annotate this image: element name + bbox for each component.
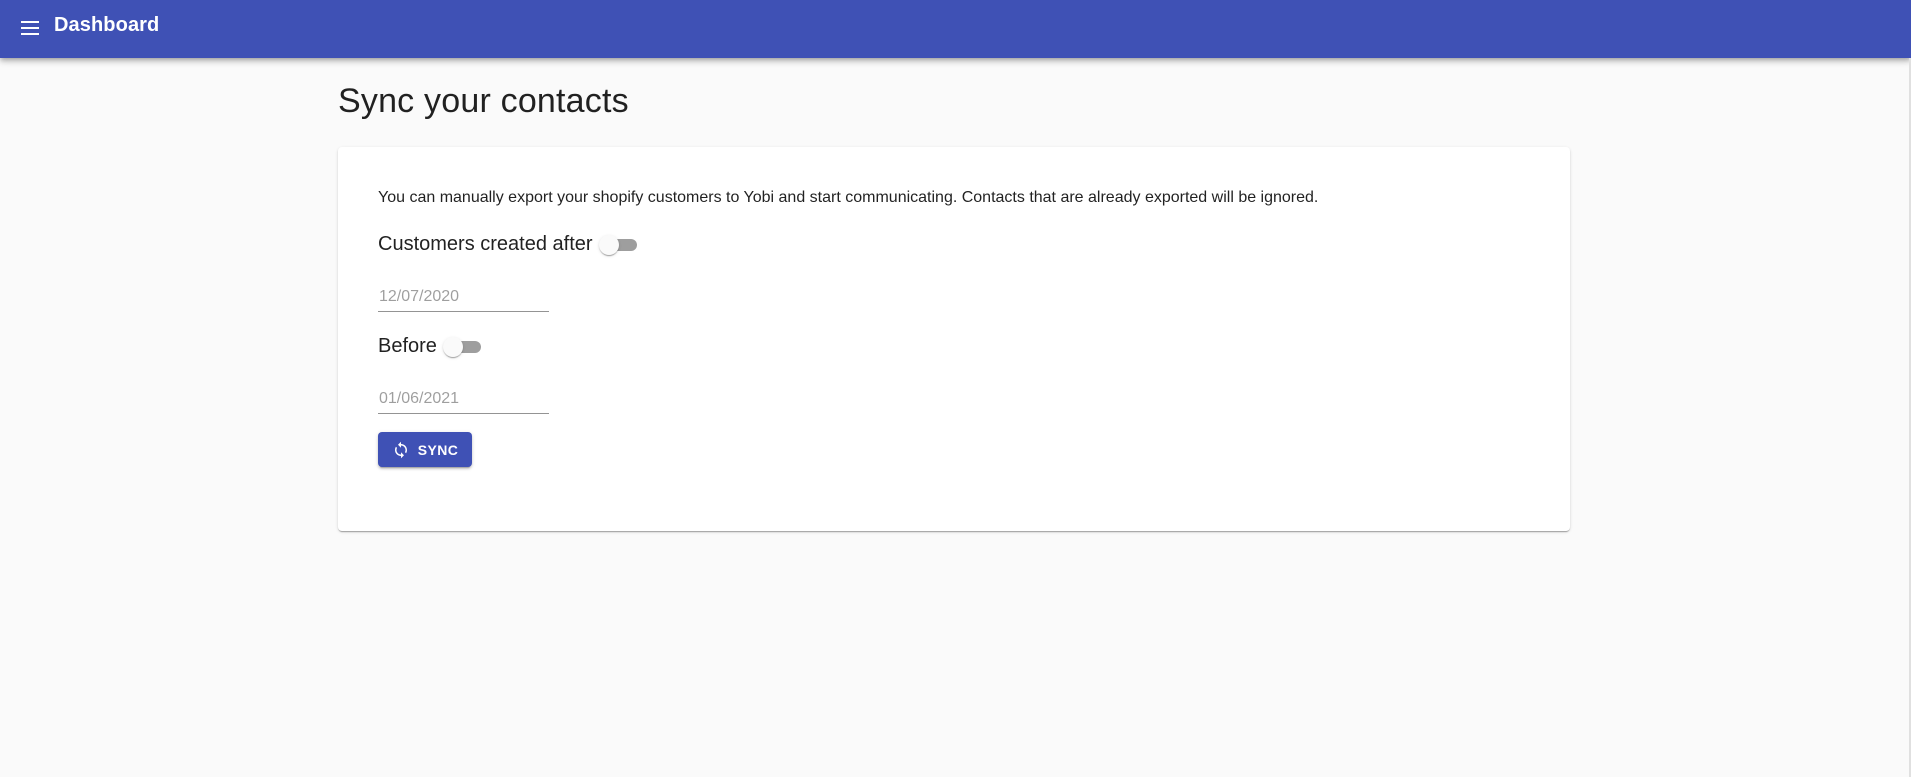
toggle-thumb xyxy=(442,337,463,357)
app-bar: Dashboard xyxy=(0,0,1911,58)
created-after-toggle[interactable] xyxy=(598,232,639,256)
app-title: Dashboard xyxy=(54,14,160,36)
before-date-input[interactable] xyxy=(378,384,549,413)
created-after-date-input[interactable] xyxy=(378,282,549,311)
created-after-date-field[interactable] xyxy=(378,282,549,312)
created-after-label: Customers created after xyxy=(378,232,593,255)
sync-button-label: SYNC xyxy=(417,441,459,458)
sync-card: You can manually export your shopify cus… xyxy=(338,147,1570,531)
before-date-field[interactable] xyxy=(378,384,549,414)
page-title: Sync your contacts xyxy=(338,82,629,120)
before-toggle[interactable] xyxy=(442,334,483,358)
before-label: Before xyxy=(378,334,437,357)
toggle-thumb xyxy=(598,235,619,255)
created-after-row: Customers created after xyxy=(378,232,639,256)
menu-icon[interactable] xyxy=(18,16,42,40)
sync-button[interactable]: SYNC xyxy=(378,432,472,467)
intro-text: You can manually export your shopify cus… xyxy=(378,189,1319,206)
sync-icon xyxy=(392,441,410,459)
before-row: Before xyxy=(378,334,483,358)
